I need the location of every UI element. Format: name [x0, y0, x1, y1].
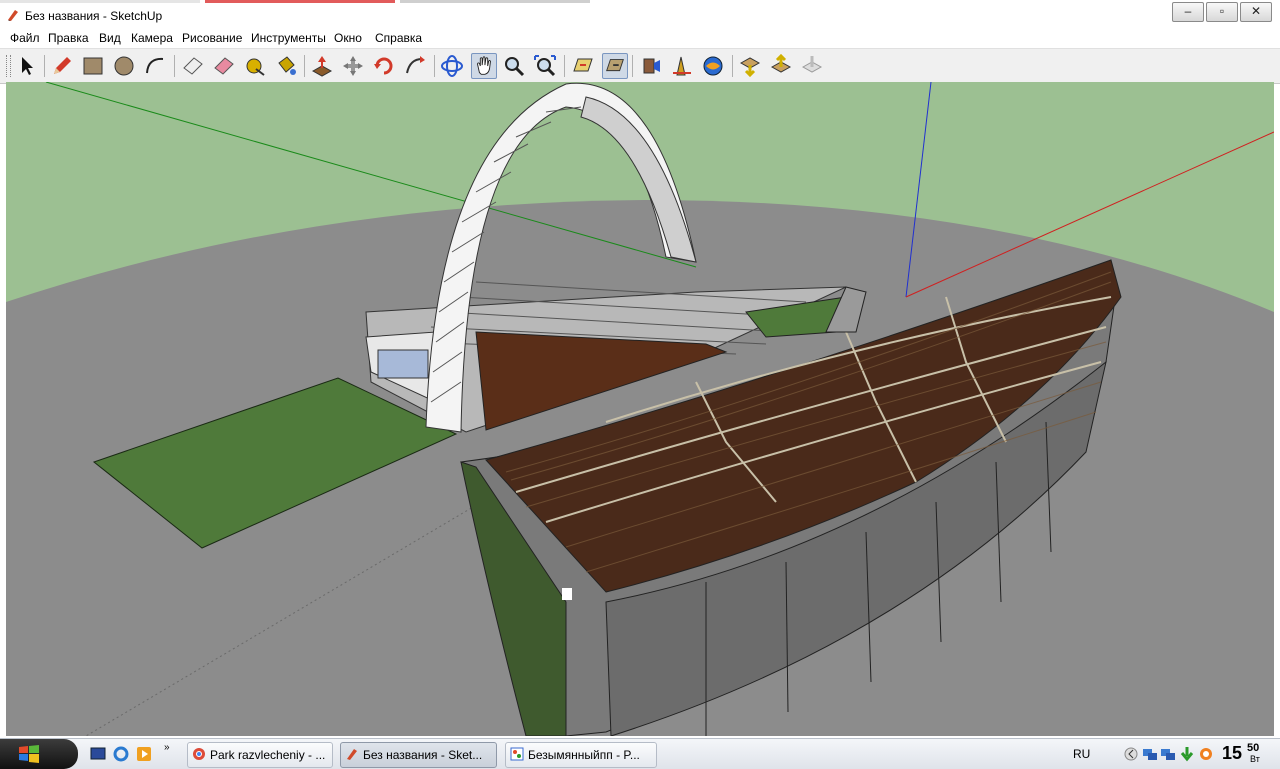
share-model-icon[interactable]	[737, 53, 763, 79]
move-icon[interactable]	[340, 53, 366, 79]
toolbar-separator	[632, 55, 633, 77]
tray-arrow-icon[interactable]	[1123, 746, 1139, 762]
taskbar-item-label: Park razvlecheniy - ...	[210, 748, 326, 762]
tab-strip	[205, 0, 395, 3]
follow-me-icon[interactable]	[402, 53, 428, 79]
quicklaunch-more-icon[interactable]: »	[164, 742, 170, 753]
orbit-icon[interactable]	[439, 53, 465, 79]
internet-explorer-icon[interactable]	[113, 746, 129, 762]
upload-icon[interactable]	[799, 53, 825, 79]
restore-button[interactable]: ▫	[1206, 2, 1238, 22]
toolbar-separator	[44, 55, 45, 77]
title-bar: Без названия - SketchUp – ▫ ✕	[0, 0, 1280, 30]
clock-day: Вт	[1250, 754, 1260, 764]
tab-strip	[400, 0, 590, 3]
language-indicator[interactable]: RU	[1073, 747, 1090, 761]
zoom-icon[interactable]	[501, 53, 527, 79]
paint-bucket-icon[interactable]	[273, 53, 299, 79]
model-viewport[interactable]	[6, 82, 1274, 736]
toolbar-grip[interactable]	[6, 55, 11, 77]
look-around-icon[interactable]	[669, 53, 695, 79]
main-toolbar	[0, 48, 1280, 84]
network-icon[interactable]	[1142, 746, 1158, 762]
circle-icon[interactable]	[111, 53, 137, 79]
rectangle-icon[interactable]	[80, 53, 106, 79]
paint-icon	[510, 747, 524, 761]
menu-window[interactable]: Окно	[334, 31, 362, 45]
start-button[interactable]	[0, 739, 78, 769]
taskbar-item-label: Без названия - Sket...	[363, 748, 483, 762]
chrome-icon	[193, 748, 205, 760]
pan-icon	[477, 56, 491, 75]
section-plane-icon[interactable]	[570, 53, 596, 79]
media-player-icon[interactable]	[136, 746, 152, 762]
taskbar: » Park razvlecheniy - ... Без названия -…	[0, 738, 1280, 769]
toolbar-separator	[564, 55, 565, 77]
walk-icon	[606, 59, 624, 72]
clock-hour: 15	[1222, 743, 1243, 763]
menu-view[interactable]: Вид	[99, 31, 121, 45]
taskbar-item-label: Безымянныйпп - P...	[528, 748, 640, 762]
sketchup-icon	[8, 10, 18, 21]
rotate-icon[interactable]	[371, 53, 397, 79]
get-models-icon[interactable]	[700, 53, 726, 79]
tape-measure-icon[interactable]	[242, 53, 268, 79]
clock-minute: 50	[1247, 742, 1260, 754]
toolbar-separator	[304, 55, 305, 77]
show-desktop-icon[interactable]	[90, 746, 106, 762]
download-arrow-icon[interactable]	[1179, 746, 1195, 762]
pencil-icon[interactable]	[49, 53, 75, 79]
zoom-extents-icon[interactable]	[532, 53, 558, 79]
windows-logo-icon	[19, 745, 39, 763]
menu-edit[interactable]: Правка	[48, 31, 89, 45]
minimize-button[interactable]: –	[1172, 2, 1204, 22]
close-button[interactable]: ✕	[1240, 2, 1272, 22]
arc-icon[interactable]	[142, 53, 168, 79]
taskbar-item-sketchup[interactable]: Без названия - Sket...	[340, 742, 497, 768]
taskbar-item-paint[interactable]: Безымянныйпп - P...	[505, 742, 657, 768]
menu-bar: Файл Правка Вид Камера Рисование Инструм…	[0, 30, 1280, 48]
menu-draw[interactable]: Рисование	[182, 31, 242, 45]
share-component-icon[interactable]	[768, 53, 794, 79]
taskbar-item-browser[interactable]: Park razvlecheniy - ...	[187, 742, 333, 768]
toolbar-separator	[732, 55, 733, 77]
window-title: Без названия - SketchUp	[25, 9, 163, 23]
menu-help[interactable]: Справка	[375, 31, 422, 45]
toolbar-separator	[174, 55, 175, 77]
eraser-icon[interactable]	[180, 53, 206, 79]
update-icon[interactable]	[1198, 746, 1214, 762]
sketchup-icon	[347, 749, 357, 760]
menu-file[interactable]: Файл	[10, 31, 40, 45]
eraser-pink-icon[interactable]	[211, 53, 237, 79]
menu-camera[interactable]: Камера	[131, 31, 173, 45]
pan-button[interactable]	[471, 53, 497, 79]
scene-canvas[interactable]	[6, 82, 1274, 736]
network-icon[interactable]	[1160, 746, 1176, 762]
stage-windows	[377, 349, 429, 379]
select-icon[interactable]	[14, 53, 40, 79]
seat-highlight	[562, 588, 572, 600]
walk-button[interactable]	[602, 53, 628, 79]
position-camera-icon[interactable]	[638, 53, 664, 79]
tab-strip	[0, 0, 200, 3]
toolbar-separator	[434, 55, 435, 77]
push-pull-icon[interactable]	[309, 53, 335, 79]
menu-tools[interactable]: Инструменты	[251, 31, 326, 45]
